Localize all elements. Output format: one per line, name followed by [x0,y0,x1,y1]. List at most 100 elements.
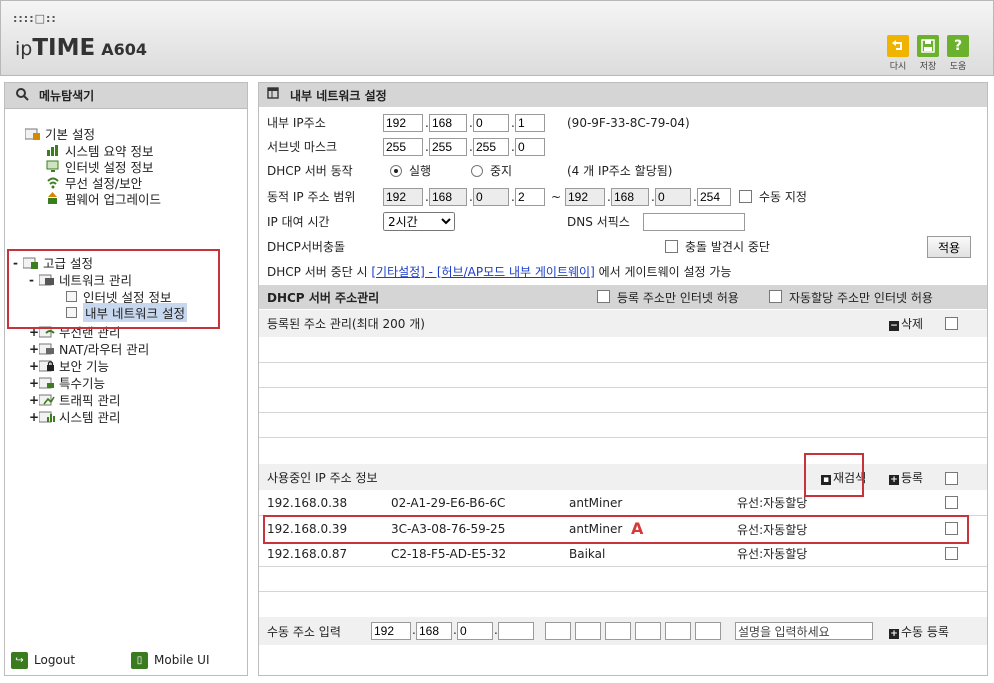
page-icon [63,290,79,304]
lease-time-select[interactable]: 2시간 [383,212,455,231]
tree-security[interactable]: + 보안 기능 [29,357,109,375]
manual-ip-octet-1[interactable] [371,622,411,640]
range-end-octet-1[interactable] [565,187,605,206]
range-end-octet-3[interactable] [655,187,691,206]
lease-row: IP 대여 시간 2시간 DNS 서픽스 [259,210,987,233]
row-checkbox[interactable] [945,547,958,560]
subnet-octet-1[interactable] [383,137,423,156]
manual-description-input[interactable] [735,622,873,640]
conflict-label: DHCP서버충돌 [267,240,346,254]
manual-mac-2[interactable] [575,622,601,640]
manual-entry-label: 수동 주소 입력 [267,625,341,639]
collapse-toggle-icon[interactable]: - [29,273,39,287]
upgrade-icon [45,192,61,206]
manual-mac-3[interactable] [605,622,631,640]
manual-range-checkbox[interactable] [739,190,752,203]
undo-button[interactable]: 다시 [885,35,911,72]
auto-only-checkbox[interactable] [769,290,782,303]
dhcp-off-radio[interactable] [471,165,483,177]
manual-register-button[interactable]: + 수동 등록 [889,623,949,640]
manual-ip-octet-3[interactable] [457,622,493,640]
expand-toggle-icon[interactable]: + [29,376,39,390]
logout-icon: ↪ [11,651,28,669]
save-label: 저장 [919,62,937,72]
tree-advanced-settings[interactable]: - 고급 설정 [13,254,93,272]
tree-system-management[interactable]: + 시스템 관리 [29,408,120,426]
mobile-ui-button[interactable]: ▯ Mobile UI [131,651,210,669]
expand-toggle-icon[interactable]: + [29,410,39,424]
expand-toggle-icon[interactable]: + [29,393,39,407]
lan-ip-octet-2[interactable] [429,113,467,132]
registered-label: 등록된 주소 관리(최대 200 개) [267,317,425,331]
header: ::::□:: ipTIME A604 다시 저장 ? 도움 [0,0,994,76]
manual-mac-5[interactable] [665,622,691,640]
manual-mac-4[interactable] [635,622,661,640]
help-label: 도움 [949,62,967,72]
stop-note-suffix: 에서 게이트웨이 설정 가능 [594,265,732,279]
special-folder-icon [39,376,55,390]
lan-ip-octet-3[interactable] [473,113,509,132]
in-use-select-all-checkbox[interactable] [945,472,958,485]
subnet-octet-4[interactable] [515,137,545,156]
registered-select-all-checkbox[interactable] [945,317,958,330]
delete-button[interactable]: − 삭제 [889,315,923,332]
manual-mac-1[interactable] [545,622,571,640]
tree-special-functions[interactable]: + 특수기능 [29,374,105,392]
logout-button[interactable]: ↪ Logout [11,651,75,669]
register-button[interactable]: + 등록 [889,469,923,486]
lan-ip-octet-4[interactable] [515,113,545,132]
page-title: 내부 네트워크 설정 [290,88,387,103]
tree-basic-settings[interactable]: 기본 설정 [25,125,95,142]
row-name: antMiner [569,522,623,536]
auto-only-label: 자동할당 주소만 인터넷 허용 [789,290,933,305]
subnet-octet-3[interactable] [473,137,509,156]
save-button[interactable]: 저장 [915,35,941,72]
lan-ip-octet-1[interactable] [383,113,423,132]
range-start-octet-1[interactable] [383,187,423,206]
gateway-settings-link[interactable]: [기타설정] - [허브/AP모드 내부 게이트웨이] [371,265,594,279]
tree-network-management[interactable]: - 네트워크 관리 [29,271,132,289]
range-start-octet-3[interactable] [473,187,509,206]
expand-toggle-icon[interactable]: + [29,325,39,339]
range-end-octet-4[interactable] [697,187,731,206]
sidebar-menu: 메뉴탐색기 기본 설정 시스템 요약 정보 인터넷 설정 정보 무선 설정/보안… [4,82,248,676]
window-icon [267,87,280,103]
row-type: 유선:자동할당 [737,547,808,561]
table-row: 192.168.0.87 C2-18-F5-AD-E5-32 Baikal 유선… [259,542,987,565]
sidebar-footer: ↪ Logout ▯ Mobile UI [5,645,247,675]
tree-traffic-management[interactable]: + 트래픽 관리 [29,391,120,409]
brand-dots: ::::□:: [13,12,57,25]
row-checkbox[interactable] [945,496,958,509]
apply-button[interactable]: 적용 [927,236,972,258]
manual-ip-octet-2[interactable] [416,622,452,640]
system-folder-icon [39,410,55,424]
dhcp-label: DHCP 서버 동작 [267,164,353,178]
expand-toggle-icon[interactable]: + [29,342,39,356]
row-checkbox[interactable] [945,522,958,535]
tree-item-firmware-upgrade[interactable]: 펌웨어 업그레이드 [45,190,161,207]
traffic-folder-icon [39,393,55,407]
range-start-octet-4[interactable] [515,187,545,206]
tree-nat-router[interactable]: + NAT/라우터 관리 [29,340,149,358]
tree-wireless-management[interactable]: + 무선랜 관리 [29,323,120,341]
help-button[interactable]: ? 도움 [945,35,971,72]
folder-open-icon [23,256,39,270]
mac-address: (90-9F-33-8C-79-04) [567,115,690,130]
rescan-button[interactable]: ▪ 재검색 [821,469,866,486]
sidebar-title: 메뉴탐색기 [5,83,247,109]
collapse-toggle-icon[interactable]: - [13,256,23,270]
router-folder-icon [39,342,55,356]
conflict-stop-checkbox[interactable] [665,240,678,253]
page-icon [63,306,79,320]
range-start-octet-2[interactable] [429,187,467,206]
registered-only-checkbox[interactable] [597,290,610,303]
range-end-octet-2[interactable] [611,187,649,206]
manual-mac-6[interactable] [695,622,721,640]
dhcp-on-radio[interactable] [390,165,402,177]
subnet-octet-2[interactable] [429,137,467,156]
tree-item-lan-settings[interactable]: 내부 네트워크 설정 [63,303,187,322]
dns-suffix-input[interactable] [643,212,745,231]
brand-time: TIME [32,35,96,61]
expand-toggle-icon[interactable]: + [29,359,39,373]
manual-ip-octet-4[interactable] [498,622,534,640]
